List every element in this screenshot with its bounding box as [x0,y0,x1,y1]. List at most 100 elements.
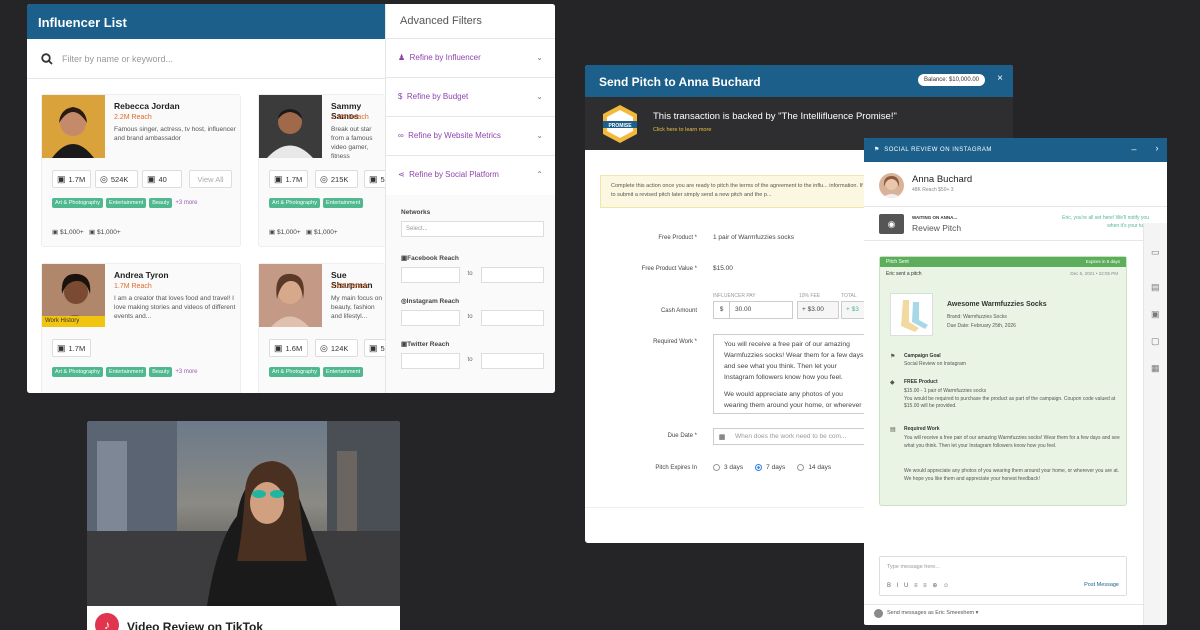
instagram-icon: ◎ [320,342,328,353]
instagram-icon: ◎ [100,173,108,184]
range-min-input[interactable] [401,267,460,283]
influencer-bio: My main focus on beauty, fashion and lif… [331,295,382,320]
free-product-value-amount: $15.00 [713,265,733,272]
share-icon: ⋖ [398,170,405,179]
calendar-icon[interactable]: ▦ [1151,363,1160,374]
calendar-icon: ▦ [718,433,726,441]
range-min-input[interactable] [401,353,460,369]
social-review-title: SOCIAL REVIEW ON INSTAGRAM [884,147,992,153]
refine-by-budget[interactable]: $ Refine by Budget ⌄ [386,78,555,117]
person-icon: ♟ [398,53,406,62]
instagram-stat: ◎ 124K [315,339,358,357]
influencer-card[interactable]: Sue Sharpman 1.6M Reach My main focus on… [258,263,386,393]
avatar [874,609,883,618]
refine-by-social-platform[interactable]: ⋖ Refine by Social Platform ⌃ [386,156,555,195]
tag[interactable]: Art & Photography [269,367,320,377]
influencer-cards: Rebecca Jordan 2.2M Reach Famous singer,… [27,79,386,393]
tiktok-review-card[interactable]: ♪ Video Review on TikTok [87,421,400,630]
category-tags: Art & Photography Entertainment Beauty +… [52,367,198,377]
category-tags: Art & Photography Entertainment [269,198,364,208]
influencer-name[interactable]: Anna Buchard [912,174,972,185]
influencer-reach: 2.2M Reach [114,114,152,121]
free-product-value-label: Free Product Value * [641,266,697,272]
tag[interactable]: Beauty [149,198,173,208]
refine-by-influencer[interactable]: ♟ Refine by Influencer ⌄ [386,39,555,78]
influencer-bio: Break out star from a famous video gamer… [331,126,373,160]
search-bar[interactable]: Filter by name or keyword... [27,39,385,79]
influencer-card[interactable]: Work History Andrea Tyron 1.7M Reach I a… [41,263,241,393]
tag[interactable]: Entertainment [105,198,147,208]
refine-by-website-metrics[interactable]: ∞ Refine by Website Metrics ⌄ [386,117,555,156]
tag[interactable]: Art & Photography [52,367,103,377]
expires-7-days[interactable]: 7 days [755,464,785,471]
minimize-icon[interactable]: – [1131,144,1137,154]
dollar-icon: $ [398,92,403,101]
view-all-button[interactable]: View All [189,170,232,188]
pitch-expires-options: 3 days 7 days 14 days [713,464,831,471]
tag-icon: ◆ [890,380,895,386]
due-date-label: Due Date * [667,433,697,439]
facebook-stat: ▣ 1.7M [52,339,91,357]
work-history-badge[interactable]: Work History [42,316,105,327]
influencer-card[interactable]: Rebecca Jordan 2.2M Reach Famous singer,… [41,94,241,247]
range-max-input[interactable] [480,353,544,369]
influencer-name[interactable]: Andrea Tyron [114,270,169,280]
document-icon[interactable]: ▤ [1151,282,1160,293]
settings-icon[interactable]: ▣ [1151,309,1160,320]
influencer-name[interactable]: Rebecca Jordan [114,101,180,111]
facebook-stat: ▣ 1.7M [52,170,91,188]
cash-amount-label: Cash Amount [660,308,697,314]
facebook-reach-label: ▣Facebook Reach [401,255,459,262]
range-max-input[interactable] [480,310,544,326]
required-work-textarea[interactable]: You will receive a free pair of our amaz… [713,334,868,414]
influencer-reach: 1.6M Reach [331,283,369,290]
pitch-sent-label: Pitch Sent [886,259,909,265]
networks-select[interactable]: Select... [401,221,544,237]
influencer-reach: 1.7M Reach [331,114,369,121]
review-icon: ◉ [879,214,904,234]
cash-amount-input[interactable]: $ 30.00 [713,301,793,319]
range-min-input[interactable] [401,310,460,326]
pitch-expires-label: Pitch Expires In [655,465,697,471]
advanced-filters-title: Advanced Filters [386,4,555,39]
more-tags-link[interactable]: +3 more [175,369,197,375]
twitter-icon: ▣ [369,173,378,184]
facebook-icon: ▣ [274,342,283,353]
tag[interactable]: Art & Photography [52,198,103,208]
required-work-text: You will receive a free pair of our amaz… [904,435,1120,449]
promise-text: This transaction is backed by "The Intel… [653,111,897,122]
svg-text:PROMISE: PROMISE [608,123,632,129]
required-work-label: Required Work [904,426,940,432]
search-input[interactable]: Filter by name or keyword... [62,54,173,64]
sent-date: Dec 5, 2021 • 22:05 PM [1070,271,1118,276]
avatar: Work History [42,264,105,327]
tag[interactable]: Entertainment [322,367,364,377]
close-icon[interactable]: × [997,73,1003,84]
influencer-card[interactable]: Sammy Samos 1.7M Reach Break out star fr… [258,94,386,247]
expires-3-days[interactable]: 3 days [713,464,743,471]
twitter-reach-label: ▣Twitter Reach [401,341,450,348]
send-as-selector[interactable]: Send messages as Eric Smeeshem ▾ [887,610,978,616]
lock-icon[interactable]: ▢ [1151,336,1160,347]
message-input[interactable]: Type message here... [887,564,940,570]
instagram-stat: ◎ 524K [95,170,138,188]
due-date-input[interactable]: ▦ When does the work need to be com... [713,428,868,445]
range-max-input[interactable] [480,267,544,283]
tag[interactable]: Beauty [149,367,173,377]
tag[interactable]: Art & Photography [269,198,320,208]
more-tags-link[interactable]: +3 more [175,200,197,206]
chevron-down-icon: ⌄ [536,131,543,140]
twitter-reach-range: to [401,353,544,369]
waiting-label: WAITING ON ANNA... [912,215,958,220]
chevron-right-icon[interactable]: › [1156,143,1160,153]
post-message-button[interactable]: Post Message [1084,582,1119,588]
formatting-toolbar[interactable]: B I U ≡ ≡ ⊕ ☺ [887,582,951,589]
free-product-value: 1 pair of Warmfuzzies socks [713,234,795,241]
tag[interactable]: Entertainment [322,198,364,208]
message-box[interactable]: Type message here... B I U ≡ ≡ ⊕ ☺ Post … [879,556,1127,596]
tag[interactable]: Entertainment [105,367,147,377]
balance-badge: Balance: $10,000.00 [917,74,985,86]
chat-icon[interactable]: ▭ [1151,247,1160,258]
learn-more-link[interactable]: Click here to learn more [653,127,711,133]
expires-14-days[interactable]: 14 days [797,464,831,471]
